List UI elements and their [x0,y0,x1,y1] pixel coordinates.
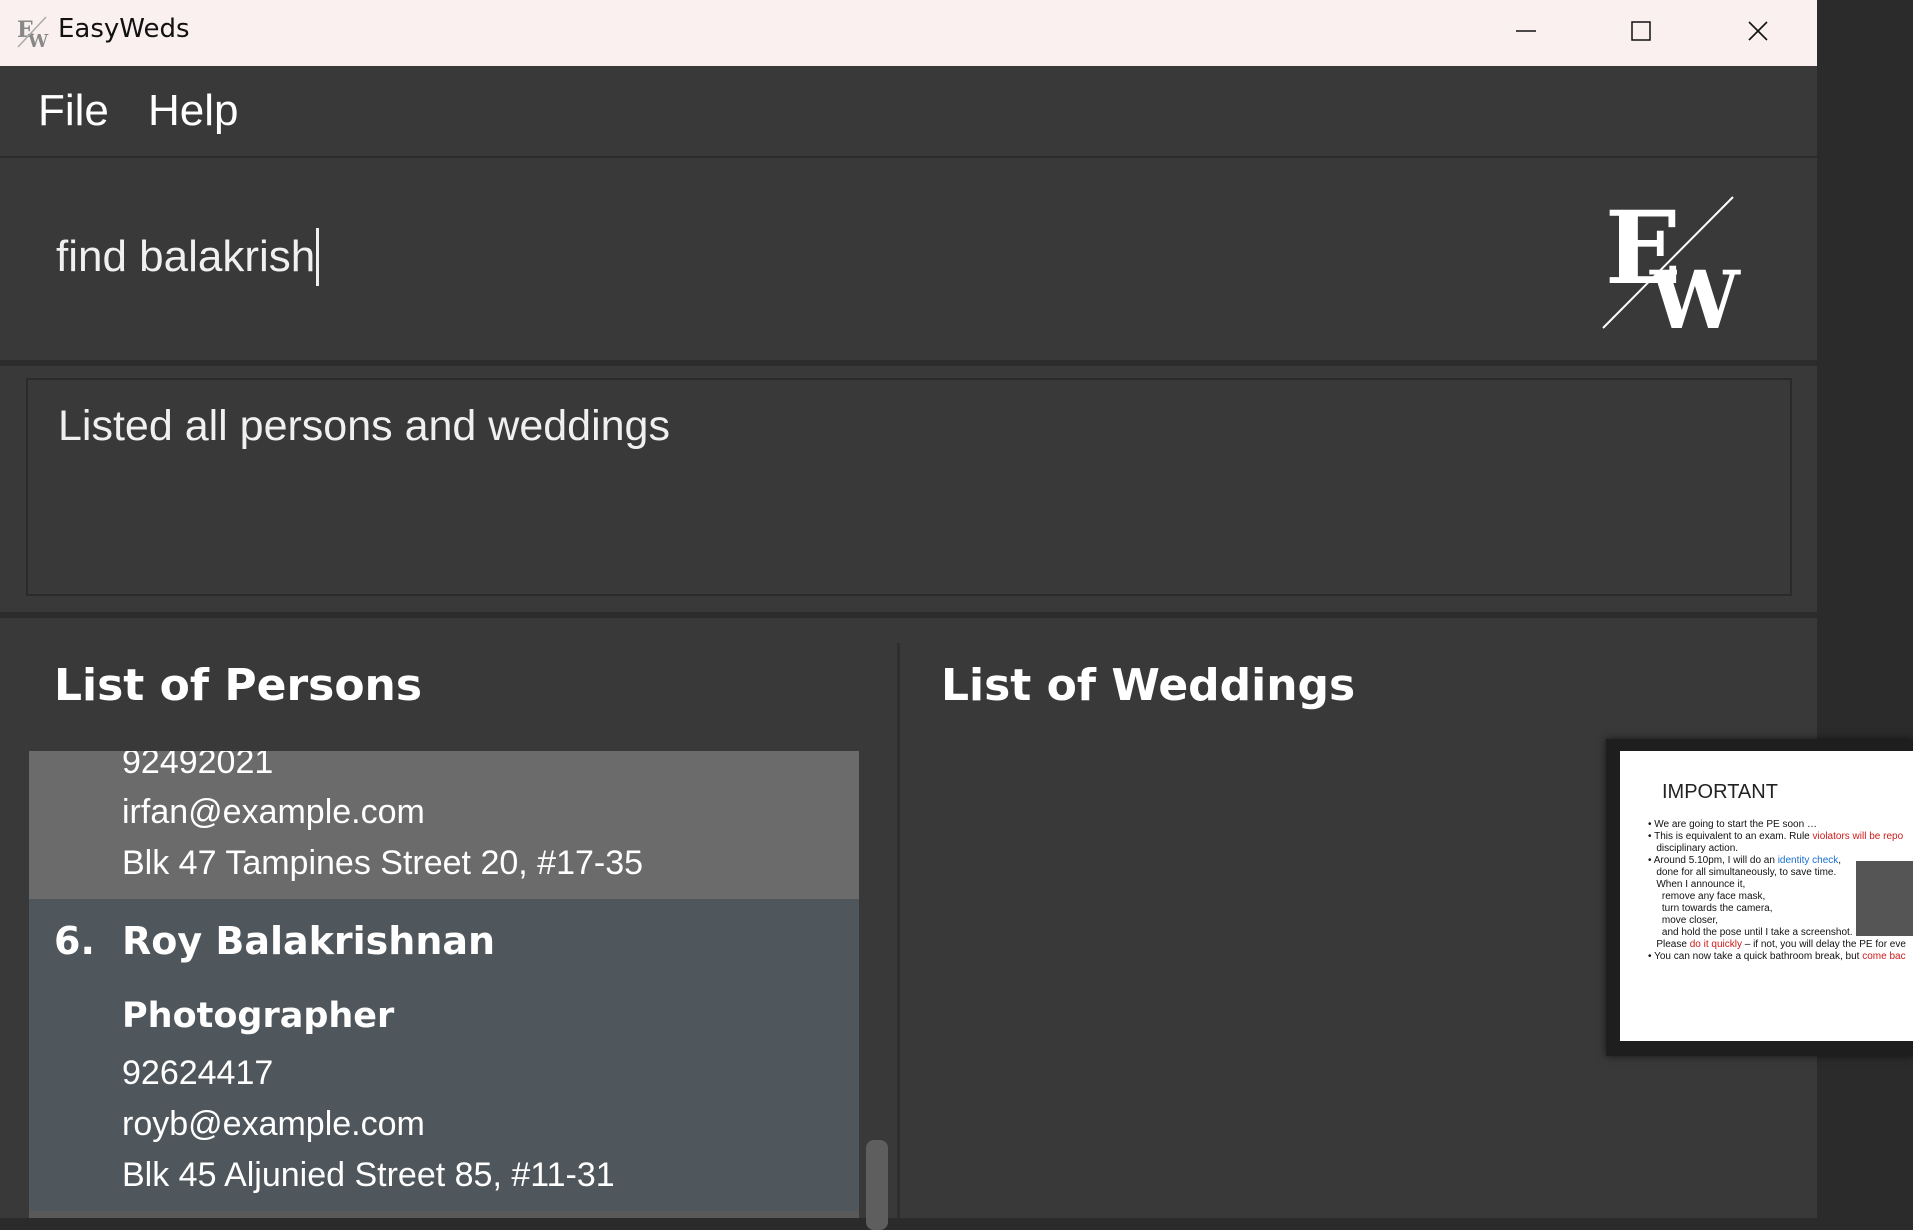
person-email: irfan@example.com [122,793,425,831]
maximize-button[interactable] [1586,0,1696,62]
person-address: Blk 45 Aljunied Street 85, #11-31 [122,1156,615,1194]
weddings-heading: List of Weddings [941,660,1356,711]
person-index: 6. [54,919,95,963]
menu-help[interactable]: Help [148,86,239,136]
person-card[interactable]: 92492021 irfan@example.com Blk 47 Tampin… [29,751,859,899]
close-icon [1748,21,1768,41]
person-name: Roy Balakrishnan [122,919,496,963]
presentation-thumbnail[interactable]: IMPORTANT • We are going to start the PE… [1606,739,1913,1056]
slide-title: IMPORTANT [1662,781,1778,803]
maximize-icon [1631,21,1651,41]
menu-file[interactable]: File [38,86,109,136]
person-card-selected[interactable]: 6. Roy Balakrishnan Photographer 9262441… [29,899,859,1211]
command-box: find balakrish E W [0,158,1817,366]
window-title: EasyWeds [58,14,190,44]
result-display-area: Listed all persons and weddings [0,366,1817,618]
person-address: Blk 47 Tampines Street 20, #17-35 [122,844,644,882]
person-list-scrollbar[interactable] [866,1140,888,1230]
minimize-icon [1516,30,1536,32]
person-list[interactable]: 92492021 irfan@example.com Blk 47 Tampin… [29,751,859,1218]
minimize-button[interactable] [1471,0,1581,62]
persons-heading: List of Persons [54,660,423,711]
title-bar: E W EasyWeds [0,0,1817,66]
easyweds-logo: E W [1602,193,1741,333]
lists-panel: List of Persons List of Weddings 9249202… [0,618,1817,1218]
person-role: Photographer [122,996,395,1036]
panel-divider [897,643,900,1218]
text-caret [316,228,320,286]
person-email: royb@example.com [122,1105,425,1143]
slide-preview: IMPORTANT • We are going to start the PE… [1620,751,1913,1041]
result-display: Listed all persons and weddings [26,378,1792,596]
command-text: find balakrish [56,232,316,281]
webcam-photo [1856,861,1913,936]
person-card[interactable] [29,1211,859,1218]
app-logo-icon: E W [17,16,49,49]
menu-bar: File Help [0,66,1817,158]
person-phone: 92624417 [122,1054,274,1092]
app-window: E W EasyWeds File Help find balakrish E … [0,0,1817,1218]
svg-text:W: W [1649,253,1741,333]
command-input[interactable]: find balakrish [56,228,320,286]
close-button[interactable] [1703,0,1813,62]
person-phone: 92492021 [122,751,274,781]
result-message: Listed all persons and weddings [58,402,670,450]
